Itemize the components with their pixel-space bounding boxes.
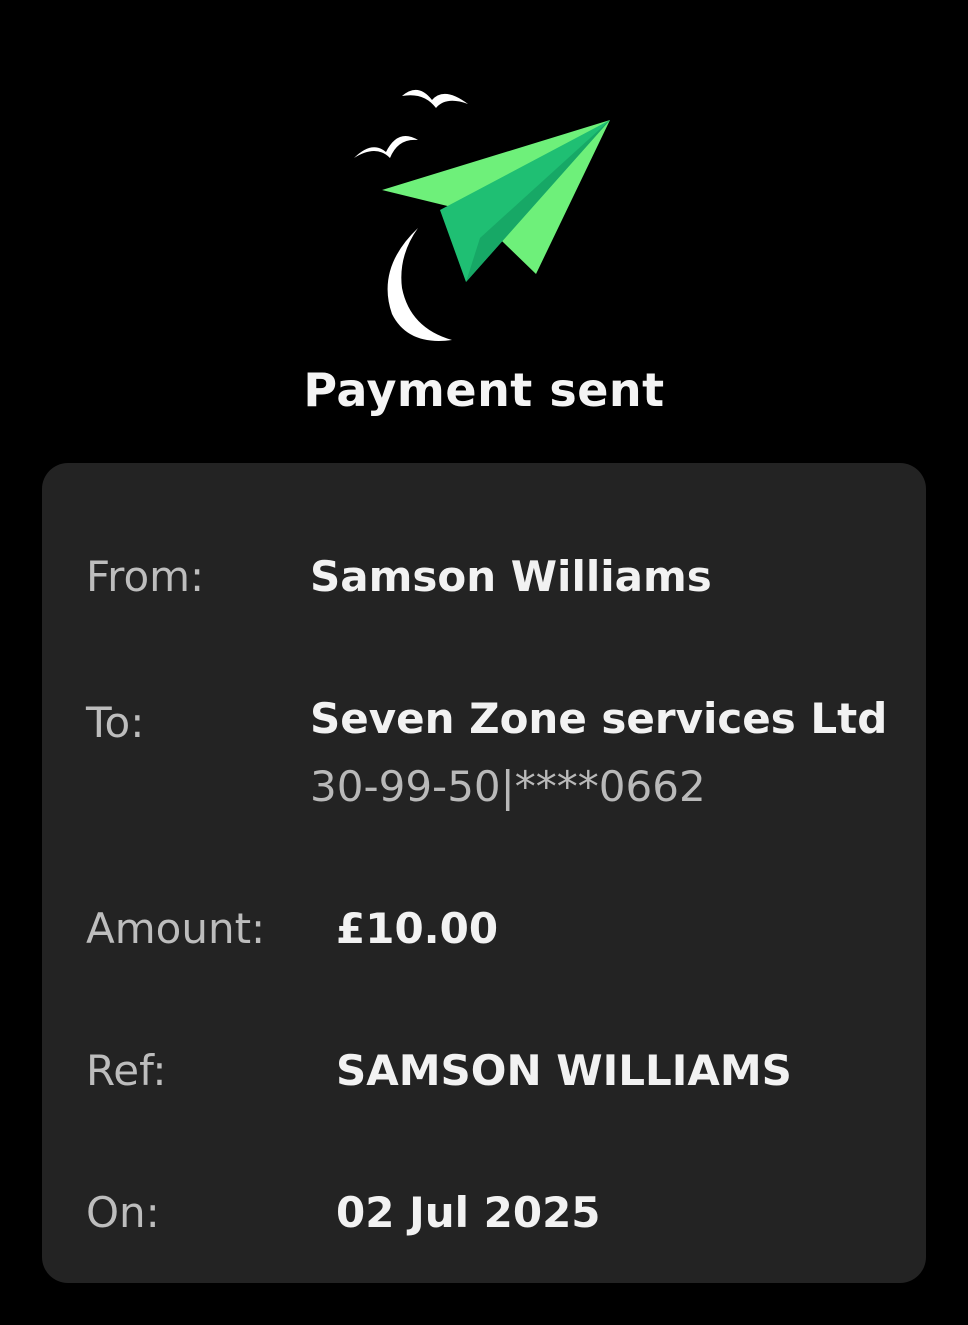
to-account-number: 30-99-50|****0662 [310, 762, 706, 811]
amount-label: Amount: [86, 904, 266, 953]
from-value: Samson Williams [310, 552, 712, 601]
bird-icon [402, 89, 468, 108]
bird-icon [354, 136, 418, 158]
payment-details-card: From: Samson Williams To: Seven Zone ser… [42, 463, 926, 1283]
page-title: Payment sent [303, 363, 665, 417]
from-label: From: [86, 552, 205, 601]
to-label: To: [86, 698, 145, 747]
moon-icon [387, 228, 452, 341]
date-value: 02 Jul 2025 [336, 1188, 601, 1237]
amount-value: £10.00 [336, 904, 499, 953]
date-label: On: [86, 1188, 160, 1237]
ref-label: Ref: [86, 1046, 167, 1095]
success-hero: Payment sent [0, 0, 968, 440]
ref-value: SAMSON WILLIAMS [336, 1046, 792, 1095]
paper-plane-icon [354, 89, 610, 341]
to-value: Seven Zone services Ltd [310, 694, 884, 743]
